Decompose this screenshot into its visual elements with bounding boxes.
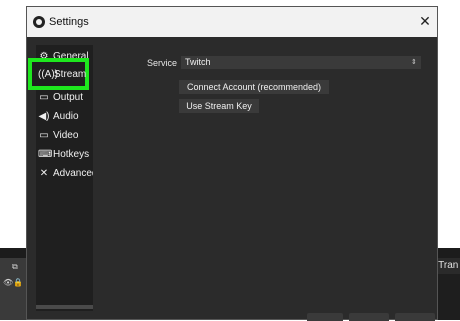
wrench-icon: ✕: [39, 167, 49, 179]
broadcast-icon: ((A)): [38, 69, 58, 80]
service-label: Service: [147, 58, 178, 68]
sidebar-item-stream[interactable]: ((A)) Stream: [28, 58, 89, 90]
output-icon: ▭: [39, 91, 49, 103]
service-dropdown[interactable]: Twitch ⇕: [181, 56, 421, 69]
use-stream-key-button[interactable]: Use Stream Key: [179, 99, 259, 113]
close-icon[interactable]: ✕: [417, 13, 433, 29]
sidebar-item-label: Audio: [53, 111, 79, 122]
settings-dialog: Settings ✕ ⚙ General ▭ Output ◀) Audio ▭ Vid…: [26, 6, 438, 321]
speaker-icon: ◀): [38, 110, 50, 122]
sidebar-item-advanced[interactable]: ✕ Advanced: [36, 168, 93, 184]
monitor-icon: ▭: [39, 129, 49, 141]
settings-titlebar: Settings ✕: [27, 7, 437, 37]
obs-logo-icon: [33, 16, 45, 28]
dialog-title: Settings: [49, 16, 89, 28]
connect-account-button[interactable]: Connect Account (recommended): [179, 80, 329, 94]
sidebar-item-label: Stream: [54, 69, 87, 80]
sidebar-item-video[interactable]: ▭ Video: [36, 130, 93, 146]
sidebar-item-hotkeys[interactable]: ⌨Hotkeys: [36, 149, 93, 165]
service-selected-value: Twitch: [185, 57, 211, 67]
sidebar-item-output[interactable]: ▭ Output: [36, 92, 93, 108]
sidebar-item-label: Advanced: [53, 168, 93, 179]
sidebar-item-label: Hotkeys: [53, 149, 90, 160]
chevron-updown-icon: ⇕: [411, 59, 417, 66]
keyboard-icon: ⌨: [38, 148, 53, 160]
sidebar-item-audio[interactable]: ◀) Audio: [36, 111, 93, 127]
visibility-eye-icon[interactable]: 👁: [3, 278, 13, 287]
sidebar-horizontal-scrollbar[interactable]: [36, 305, 93, 309]
sidebar-item-label: Video: [53, 130, 79, 141]
main-window-left-toolbar: ⧉ 👁 🔒: [0, 258, 26, 320]
sidebar-item-label: Output: [53, 92, 84, 103]
scene-copy-icon[interactable]: ⧉: [12, 262, 18, 272]
lock-icon[interactable]: 🔒: [13, 278, 23, 287]
